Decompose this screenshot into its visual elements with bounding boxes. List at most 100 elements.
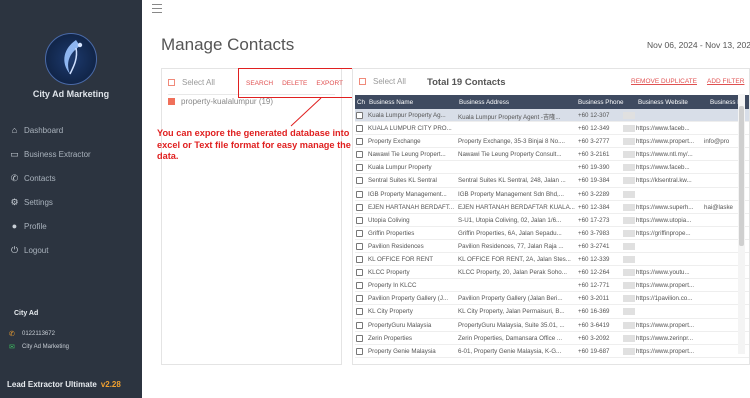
cell-business-name: Pavilion Property Gallery (J... [368, 295, 449, 303]
cell-business-website[interactable]: https://www.propert... [636, 282, 702, 289]
table-row[interactable]: Griffin Properties Griffin Properties, 6A… [355, 227, 749, 240]
contacts-actions: REMOVE DUPLICATE ADD FILTER [631, 78, 749, 85]
column-header-check: Ch [357, 99, 366, 106]
row-checkbox[interactable] [356, 321, 363, 329]
cell-business-website[interactable]: https://www.propert... [636, 138, 702, 145]
cell-business-website[interactable]: https://www.utopia... [636, 217, 702, 224]
row-checkbox[interactable] [356, 229, 363, 237]
cell-business-address: Sentral Suites KL Sentral, 248, Jalan ..… [458, 177, 566, 185]
cell-business-website[interactable]: https://www.zerinpr... [636, 335, 702, 342]
redacted-phone-digits [623, 151, 635, 159]
redacted-phone-digits [623, 112, 635, 119]
table-row[interactable]: Property In KLCC +60 12-771 https://www.pr… [355, 279, 749, 293]
cell-business-name: Utopia Coliving [368, 216, 410, 224]
cell-business-name: EJEN HARTANAH BERDAFT... [368, 203, 455, 211]
table-row[interactable]: Utopia Coliving S-U1, Utopia Coliving, 02… [355, 214, 749, 227]
table-row[interactable]: Kuala Lumpur Property Ag... Kuala Lumpur … [355, 109, 749, 123]
table-row[interactable]: Property Exchange Property Exchange, 35-3… [355, 135, 749, 149]
cell-business-name: KL City Property [368, 308, 413, 316]
row-checkbox[interactable] [356, 334, 363, 342]
redacted-phone-digits [623, 256, 635, 264]
row-checkbox[interactable] [356, 151, 363, 159]
cell-business-website[interactable]: https://klsentral.kw... [636, 177, 702, 184]
cell-business-website[interactable]: https://www.ntl.my/... [636, 151, 702, 158]
table-row[interactable]: Kuala Lumpur Property +60 19-390 https://w… [355, 161, 749, 175]
row-checkbox[interactable] [356, 242, 363, 250]
column-header-name[interactable]: Business Name [369, 99, 413, 106]
table-row[interactable]: Nawawi Tie Leung Propert... Nawawi Tie Le… [355, 148, 749, 162]
cell-business-name: Sentral Suites KL Sentral [368, 177, 437, 185]
cell-business-name: Property In KLCC [368, 282, 417, 290]
cell-business-website[interactable]: https://www.faceb... [636, 164, 702, 171]
row-checkbox[interactable] [356, 256, 363, 264]
table-row[interactable]: KUALA LUMPUR CITY PRO... +60 12-349 https:… [355, 122, 749, 136]
cell-business-address: KLCC Property, 20, Jalan Perak Soho... [458, 269, 567, 277]
row-checkbox[interactable] [356, 308, 363, 316]
cell-business-name: KLCC Property [368, 269, 410, 277]
redacted-phone-digits [623, 177, 635, 185]
row-checkbox[interactable] [356, 125, 363, 133]
cell-business-name: Zerin Properties [368, 334, 413, 342]
cell-business-name: Property Genie Malaysia [368, 347, 436, 355]
row-checkbox[interactable] [356, 295, 363, 303]
row-checkbox[interactable] [356, 112, 363, 119]
add-filter-button[interactable]: ADD FILTER [707, 78, 744, 85]
row-checkbox[interactable] [356, 203, 363, 211]
cell-business-address: PropertyGuru Malaysia, Suite 35.01, ... [458, 321, 565, 329]
cell-business-name: Nawawi Tie Leung Propert... [368, 151, 446, 159]
table-row[interactable]: Zerin Properties Zerin Properties, Damans… [355, 332, 749, 345]
cell-business-website[interactable]: https://www.superh... [636, 204, 702, 211]
cell-business-name: Griffin Properties [368, 229, 415, 237]
cell-business-address: Nawawi Tie Leung Property Consult... [458, 151, 562, 159]
cell-business-address: KL OFFICE FOR RENT, 2A, Jalan Stes... [458, 256, 571, 264]
select-all-contacts[interactable]: Select All [359, 77, 406, 86]
contacts-table-body: Kuala Lumpur Property Ag... Kuala Lumpur … [355, 109, 749, 358]
remove-duplicate-button[interactable]: REMOVE DUPLICATE [631, 78, 697, 85]
cell-business-address: Zerin Properties, Damansara Office ... [458, 334, 563, 342]
redacted-phone-digits [623, 164, 635, 172]
table-scrollbar[interactable] [738, 94, 745, 354]
column-header-email[interactable]: Business E [710, 99, 742, 106]
table-row[interactable]: Property Genie Malaysia 6-01, Property Ge… [355, 345, 749, 358]
cell-business-address: IGB Property Management Sdn Bhd,... [458, 190, 564, 198]
column-header-phone[interactable]: Business Phone [578, 99, 624, 106]
table-row[interactable]: Sentral Suites KL Sentral Sentral Suites … [355, 174, 749, 188]
cell-business-website[interactable]: https://1pavilion.co... [636, 295, 702, 302]
column-header-address[interactable]: Business Address [459, 99, 509, 106]
row-checkbox[interactable] [356, 164, 363, 172]
scrollbar-thumb[interactable] [739, 106, 744, 246]
table-row[interactable]: PropertyGuru Malaysia PropertyGuru Malays… [355, 319, 749, 332]
table-row[interactable]: IGB Property Management... IGB Property M… [355, 188, 749, 201]
row-checkbox[interactable] [356, 190, 363, 198]
redacted-phone-digits [623, 125, 635, 133]
row-checkbox[interactable] [356, 216, 363, 224]
cell-business-address: Pavilion Residences, 77, Jalan Raja ... [458, 242, 564, 250]
redacted-phone-digits [623, 190, 635, 198]
table-row[interactable]: KLCC Property KLCC Property, 20, Jalan Pe… [355, 266, 749, 280]
annotation-text: You can expore the generated database in… [157, 128, 351, 161]
row-checkbox[interactable] [356, 269, 363, 277]
table-row[interactable]: KL City Property KL City Property, Jalan … [355, 305, 749, 319]
cell-business-website[interactable]: https://griffinprope... [636, 230, 702, 237]
cell-business-website[interactable]: https://www.faceb... [636, 125, 702, 132]
table-row[interactable]: Pavilion Property Gallery (J... Pavilion … [355, 292, 749, 306]
cell-business-address: 6-01, Property Genie Malaysia, K-G... [458, 347, 562, 355]
cell-business-address: KL City Property, Jalan Permaisuri, B... [458, 308, 565, 316]
row-checkbox[interactable] [356, 138, 363, 146]
table-row[interactable]: Pavilion Residences Pavilion Residences, … [355, 240, 749, 254]
table-header: Ch Business Name Business Address Busine… [355, 95, 749, 109]
redacted-phone-digits [623, 138, 635, 146]
cell-business-website[interactable]: https://www.propert... [636, 322, 702, 329]
row-checkbox[interactable] [356, 347, 363, 355]
row-checkbox[interactable] [356, 177, 363, 185]
cell-business-address: Griffin Properties, 6A, Jalan Sepadu... [458, 229, 562, 237]
cell-business-name: Kuala Lumpur Property [368, 164, 432, 172]
table-row[interactable]: KL OFFICE FOR RENT KL OFFICE FOR RENT, 2A… [355, 253, 749, 267]
column-header-website[interactable]: Business Website [638, 99, 688, 106]
cell-business-name: Kuala Lumpur Property Ag... [368, 112, 446, 119]
row-checkbox[interactable] [356, 282, 363, 290]
cell-business-website[interactable]: https://www.propert... [636, 348, 702, 355]
cell-business-website[interactable]: https://www.youtu... [636, 269, 702, 276]
select-all-contacts-checkbox[interactable] [359, 78, 366, 85]
table-row[interactable]: EJEN HARTANAH BERDAFT... EJEN HARTANAH BE… [355, 201, 749, 214]
